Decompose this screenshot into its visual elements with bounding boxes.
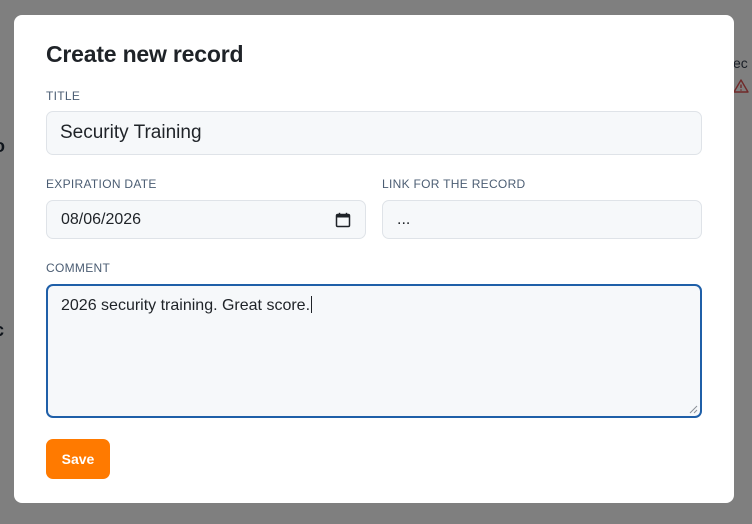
text-caret [311, 296, 313, 313]
title-input[interactable]: Security Training [46, 111, 702, 155]
save-button[interactable]: Save [46, 439, 110, 479]
link-input[interactable]: ... [382, 200, 702, 239]
comment-label: COMMENT [46, 261, 111, 275]
resize-handle-icon[interactable] [688, 404, 698, 414]
expiration-date-input[interactable]: 08/06/2026 [46, 200, 366, 239]
create-record-modal: Create new record TITLE Security Trainin… [14, 15, 734, 503]
link-input-value: ... [397, 210, 411, 228]
link-label: LINK FOR THE RECORD [382, 177, 526, 191]
comment-textarea[interactable]: 2026 security training. Great score. [46, 284, 702, 418]
expiration-date-label: EXPIRATION DATE [46, 177, 157, 191]
title-label: TITLE [46, 89, 81, 103]
title-input-value: Security Training [60, 122, 202, 143]
comment-textarea-value: 2026 security training. Great score. [61, 297, 311, 314]
modal-title: Create new record [46, 41, 244, 67]
expiration-date-value: 08/06/2026 [61, 210, 142, 228]
calendar-icon[interactable] [335, 212, 351, 228]
